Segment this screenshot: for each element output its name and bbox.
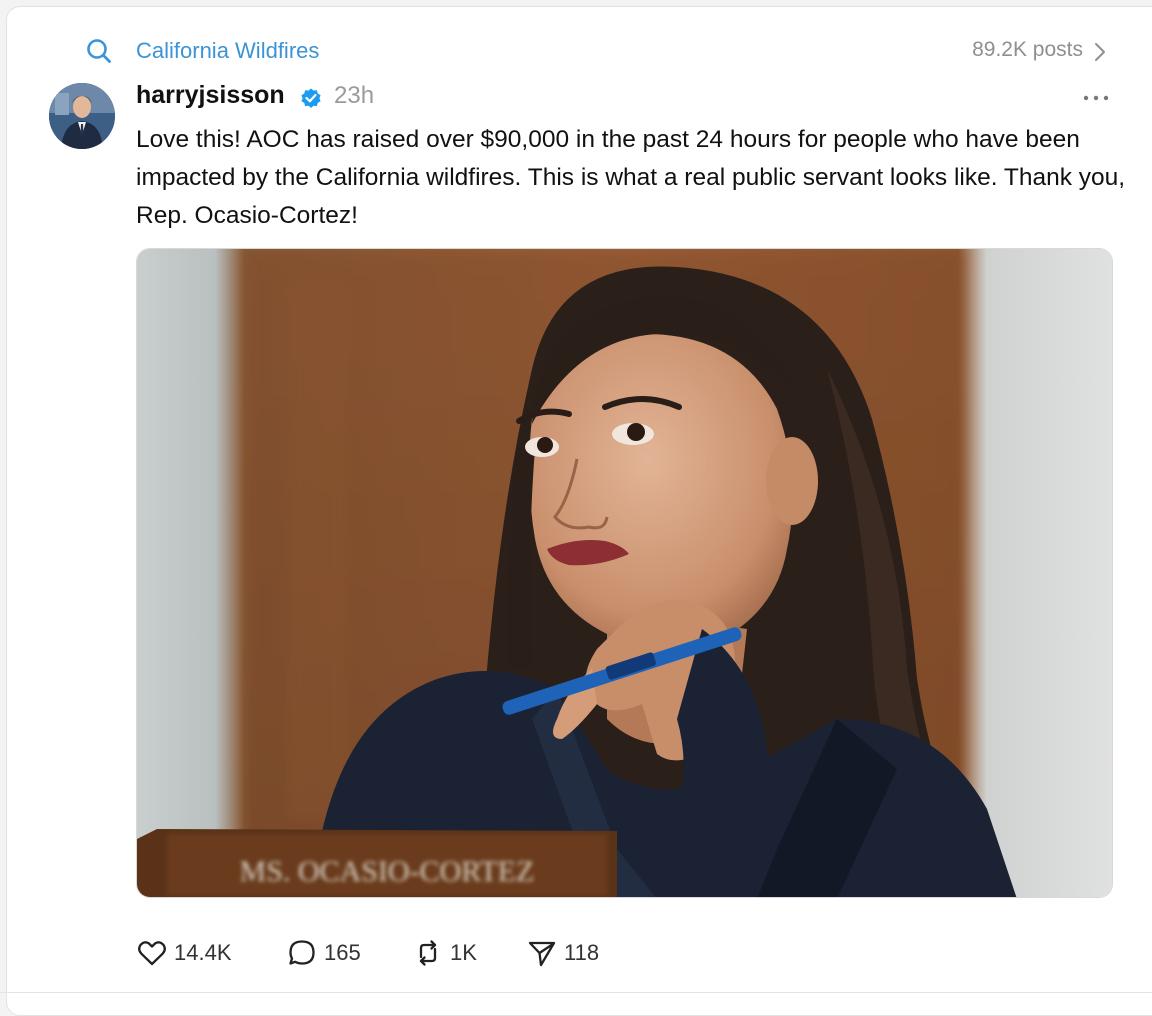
- topic-post-count[interactable]: 89.2K posts: [972, 38, 1083, 62]
- share-button[interactable]: 118: [526, 933, 599, 973]
- like-count: 14.4K: [174, 940, 232, 965]
- like-button[interactable]: 14.4K: [136, 933, 232, 973]
- topic-header[interactable]: California Wildfires 89.2K posts: [7, 33, 1152, 69]
- send-icon: [528, 941, 556, 967]
- post-image[interactable]: MS. OCASIO-CORTEZ: [136, 248, 1113, 898]
- comment-icon: [289, 940, 315, 965]
- repost-button[interactable]: 1K: [412, 933, 477, 973]
- post-card: California Wildfires 89.2K posts harryjs…: [6, 6, 1152, 1016]
- author-name[interactable]: harryjsisson: [136, 81, 285, 110]
- topic-link[interactable]: California Wildfires: [136, 38, 319, 64]
- heart-icon: [138, 941, 166, 966]
- bottom-divider: [0, 992, 1152, 993]
- share-count: 118: [564, 940, 600, 965]
- portrait-photo: MS. OCASIO-CORTEZ: [137, 249, 1112, 897]
- more-options-icon[interactable]: [1081, 93, 1111, 103]
- chevron-right-icon[interactable]: [1093, 41, 1107, 63]
- avatar[interactable]: [49, 83, 115, 149]
- repost-icon: [419, 940, 437, 966]
- avatar-photo: [49, 83, 115, 149]
- reply-count: 165: [324, 940, 361, 965]
- reply-button[interactable]: 165: [286, 933, 361, 973]
- search-icon: [87, 39, 111, 63]
- action-bar: 14.4K 165 1K 118: [136, 933, 736, 973]
- nameplate-text: MS. OCASIO-CORTEZ: [240, 855, 535, 888]
- post-timestamp: 23h: [334, 82, 375, 109]
- post-body-text: Love this! AOC has raised over $90,000 i…: [136, 126, 1126, 229]
- repost-count: 1K: [450, 940, 477, 965]
- verified-badge-icon: [301, 88, 321, 108]
